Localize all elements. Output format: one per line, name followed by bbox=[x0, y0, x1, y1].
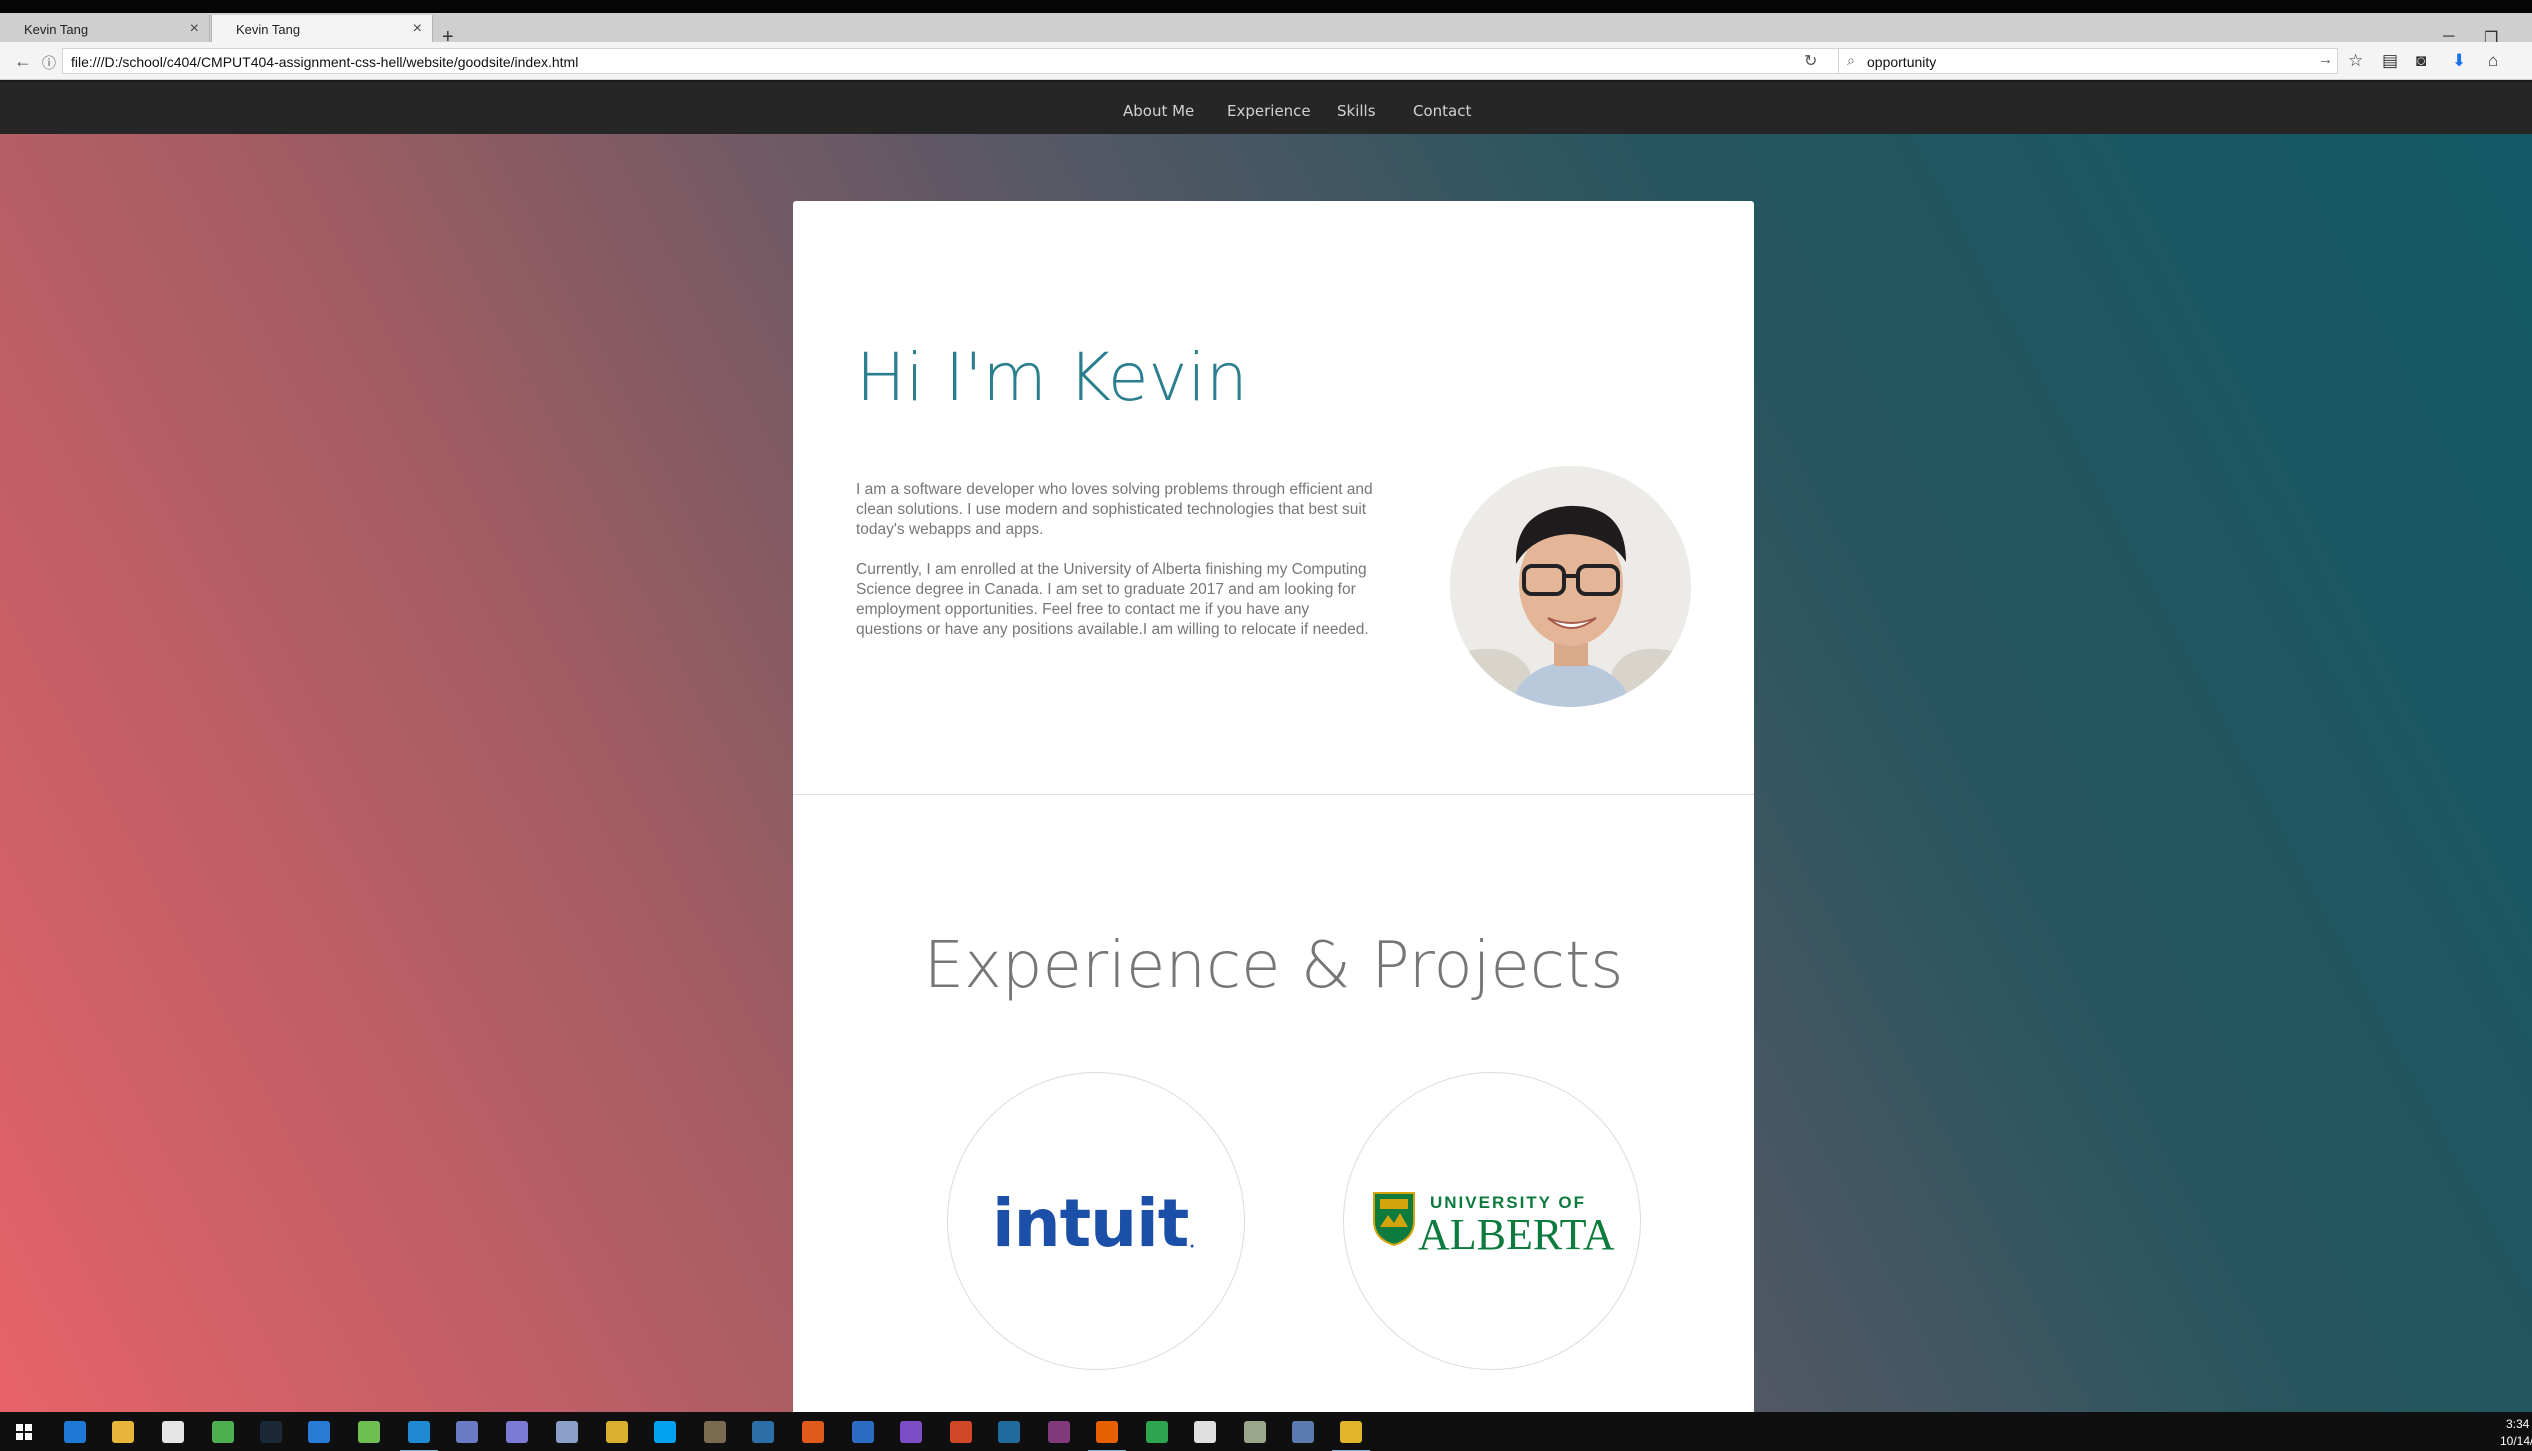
url-bar[interactable]: file:///D:/school/c404/CMPUT404-assignme… bbox=[62, 48, 1876, 74]
vscode-icon[interactable] bbox=[400, 1421, 438, 1451]
app-icon-5[interactable] bbox=[1146, 1421, 1168, 1443]
onenote-icon[interactable] bbox=[1048, 1421, 1070, 1443]
experience-title: Experience & Projects bbox=[923, 929, 1624, 1003]
outlook-icon[interactable] bbox=[308, 1421, 330, 1443]
reload-icon[interactable]: ↻ bbox=[1804, 51, 1817, 71]
about-paragraph-1: I am a software developer who loves solv… bbox=[856, 481, 1373, 538]
tab-kevin-tang-1[interactable]: Kevin Tang × bbox=[0, 15, 210, 42]
tab-label: Kevin Tang bbox=[236, 22, 301, 37]
windows-start-icon[interactable] bbox=[16, 1424, 32, 1440]
ualberta-shield-icon bbox=[1373, 1192, 1415, 1247]
about-paragraph-2: Currently, I am enrolled at the Universi… bbox=[856, 561, 1369, 638]
about-title: Hi I'm Kevin bbox=[856, 339, 1248, 416]
7zip-icon[interactable] bbox=[1194, 1421, 1216, 1443]
search-icon: ⌕ bbox=[1847, 52, 1855, 68]
ualberta-logo-card[interactable]: UNIVERSITY OF ALBERTA bbox=[1343, 1072, 1641, 1370]
intuit-logo: intuit bbox=[992, 1185, 1189, 1262]
steam-icon[interactable] bbox=[260, 1421, 282, 1443]
search-value: opportunity bbox=[1867, 54, 1937, 70]
clock-time[interactable]: 3:34 bbox=[2506, 1417, 2529, 1431]
window-top-strip bbox=[0, 0, 2532, 13]
back-icon[interactable]: ← bbox=[14, 51, 32, 72]
lync-icon[interactable] bbox=[606, 1421, 628, 1443]
tab-kevin-tang-2[interactable]: Kevin Tang × bbox=[211, 15, 433, 42]
site-navbar: About Me Experience Skills Contact bbox=[0, 82, 2532, 134]
search-input[interactable]: ⌕ opportunity bbox=[1838, 48, 2338, 74]
download-icon[interactable]: ⬇ bbox=[2452, 51, 2466, 71]
network-icon[interactable] bbox=[456, 1421, 478, 1443]
notepad-icon[interactable] bbox=[358, 1421, 380, 1443]
library-icon[interactable] bbox=[704, 1421, 726, 1443]
app-icon-7[interactable] bbox=[1292, 1421, 1314, 1443]
page-background: Hi I'm Kevin I am a software developer w… bbox=[0, 134, 2532, 1412]
visual-studio-icon[interactable] bbox=[900, 1421, 922, 1443]
close-tab-icon[interactable]: × bbox=[190, 20, 199, 38]
chrome-icon[interactable] bbox=[212, 1421, 234, 1443]
app-icon-1[interactable] bbox=[506, 1421, 528, 1443]
tab-bar: Kevin Tang × Kevin Tang × + ─ ❐ bbox=[0, 13, 2532, 48]
info-icon[interactable]: ⓘ bbox=[42, 53, 56, 73]
firefox-icon[interactable] bbox=[1088, 1421, 1126, 1451]
tab-label: Kevin Tang bbox=[24, 22, 89, 37]
nav-about-me[interactable]: About Me bbox=[1123, 102, 1194, 120]
url-text: file:///D:/school/c404/CMPUT404-assignme… bbox=[71, 54, 579, 70]
app-icon-6[interactable] bbox=[1244, 1421, 1266, 1443]
profile-photo bbox=[1450, 466, 1691, 707]
home-icon[interactable]: ⌂ bbox=[2488, 51, 2498, 71]
navigation-toolbar: ← ⓘ file:///D:/school/c404/CMPUT404-assi… bbox=[0, 42, 2532, 80]
store-icon[interactable] bbox=[162, 1421, 184, 1443]
section-divider bbox=[793, 794, 1754, 795]
reading-list-icon[interactable]: ▤ bbox=[2382, 51, 2398, 71]
skype-icon[interactable] bbox=[654, 1421, 676, 1443]
nav-experience[interactable]: Experience bbox=[1227, 102, 1311, 120]
nav-contact[interactable]: Contact bbox=[1413, 102, 1471, 120]
ualberta-logo-bottom: ALBERTA bbox=[1418, 1210, 1615, 1259]
nav-skills[interactable]: Skills bbox=[1337, 102, 1376, 120]
powerpoint-icon[interactable] bbox=[950, 1421, 972, 1443]
file-explorer-icon[interactable] bbox=[112, 1421, 134, 1443]
app-icon-3[interactable] bbox=[752, 1421, 774, 1443]
pocket-icon[interactable]: ◙ bbox=[2416, 51, 2426, 71]
content-card: Hi I'm Kevin I am a software developer w… bbox=[793, 201, 1754, 1412]
close-tab-icon[interactable]: × bbox=[413, 20, 422, 38]
ubuntu-icon[interactable] bbox=[802, 1421, 824, 1443]
trademark-mark: ● bbox=[1190, 1243, 1195, 1250]
clock-date[interactable]: 10/14/ bbox=[2500, 1434, 2532, 1448]
taskbar: 3:34 10/14/ bbox=[0, 1412, 2532, 1451]
edge-icon[interactable] bbox=[64, 1421, 86, 1443]
powershell-icon[interactable] bbox=[852, 1421, 874, 1443]
lync-icon-2[interactable] bbox=[1332, 1421, 1370, 1451]
star-icon[interactable]: ☆ bbox=[2348, 51, 2363, 71]
app-icon-2[interactable] bbox=[556, 1421, 578, 1443]
app-icon-4[interactable] bbox=[998, 1421, 1020, 1443]
intuit-logo-card[interactable]: intuit ● bbox=[947, 1072, 1245, 1370]
go-arrow-icon[interactable]: → bbox=[2318, 51, 2333, 68]
